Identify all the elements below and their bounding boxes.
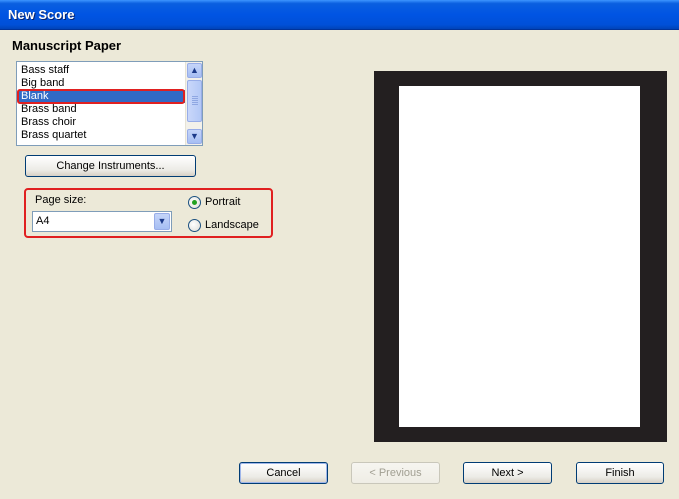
radio-circle-icon	[188, 196, 201, 209]
radio-circle-icon	[188, 219, 201, 232]
manuscript-paper-listbox[interactable]: Bass staff Big band Blank Brass band Bra…	[16, 61, 203, 146]
window-title: New Score	[8, 7, 75, 22]
page-size-value: A4	[36, 215, 50, 227]
list-item[interactable]: Brass choir	[17, 116, 185, 129]
page-size-label: Page size:	[35, 194, 87, 206]
scroll-down-arrow-icon[interactable]: ▼	[187, 129, 202, 144]
scroll-up-arrow-icon[interactable]: ▲	[187, 63, 202, 78]
page-size-select[interactable]: A4 ▼	[32, 211, 172, 232]
cancel-button[interactable]: Cancel	[239, 462, 328, 484]
portrait-label: Portrait	[205, 196, 241, 208]
next-button[interactable]: Next >	[463, 462, 552, 484]
radio-dot-icon	[192, 200, 197, 205]
list-item[interactable]: Big band	[17, 77, 185, 90]
section-heading: Manuscript Paper	[12, 38, 122, 53]
paper-preview	[374, 71, 667, 442]
finish-button[interactable]: Finish	[576, 462, 664, 484]
vertical-scrollbar[interactable]: ▲ ▼	[185, 62, 202, 145]
chevron-down-icon[interactable]: ▼	[154, 213, 170, 230]
list-item[interactable]: Brass band	[17, 103, 185, 116]
grip-icon	[192, 96, 198, 105]
paper-sheet	[399, 86, 640, 427]
landscape-label: Landscape	[205, 219, 259, 231]
previous-button[interactable]: < Previous	[351, 462, 440, 484]
scroll-thumb[interactable]	[187, 80, 202, 122]
list-item-selected[interactable]: Blank	[19, 90, 185, 103]
list-item[interactable]: Brass quartet	[17, 129, 185, 142]
change-instruments-button[interactable]: Change Instruments...	[25, 155, 196, 177]
listbox-items: Bass staff Big band Blank Brass band Bra…	[17, 64, 185, 142]
title-bar: New Score	[0, 0, 679, 30]
list-item[interactable]: Bass staff	[17, 64, 185, 77]
